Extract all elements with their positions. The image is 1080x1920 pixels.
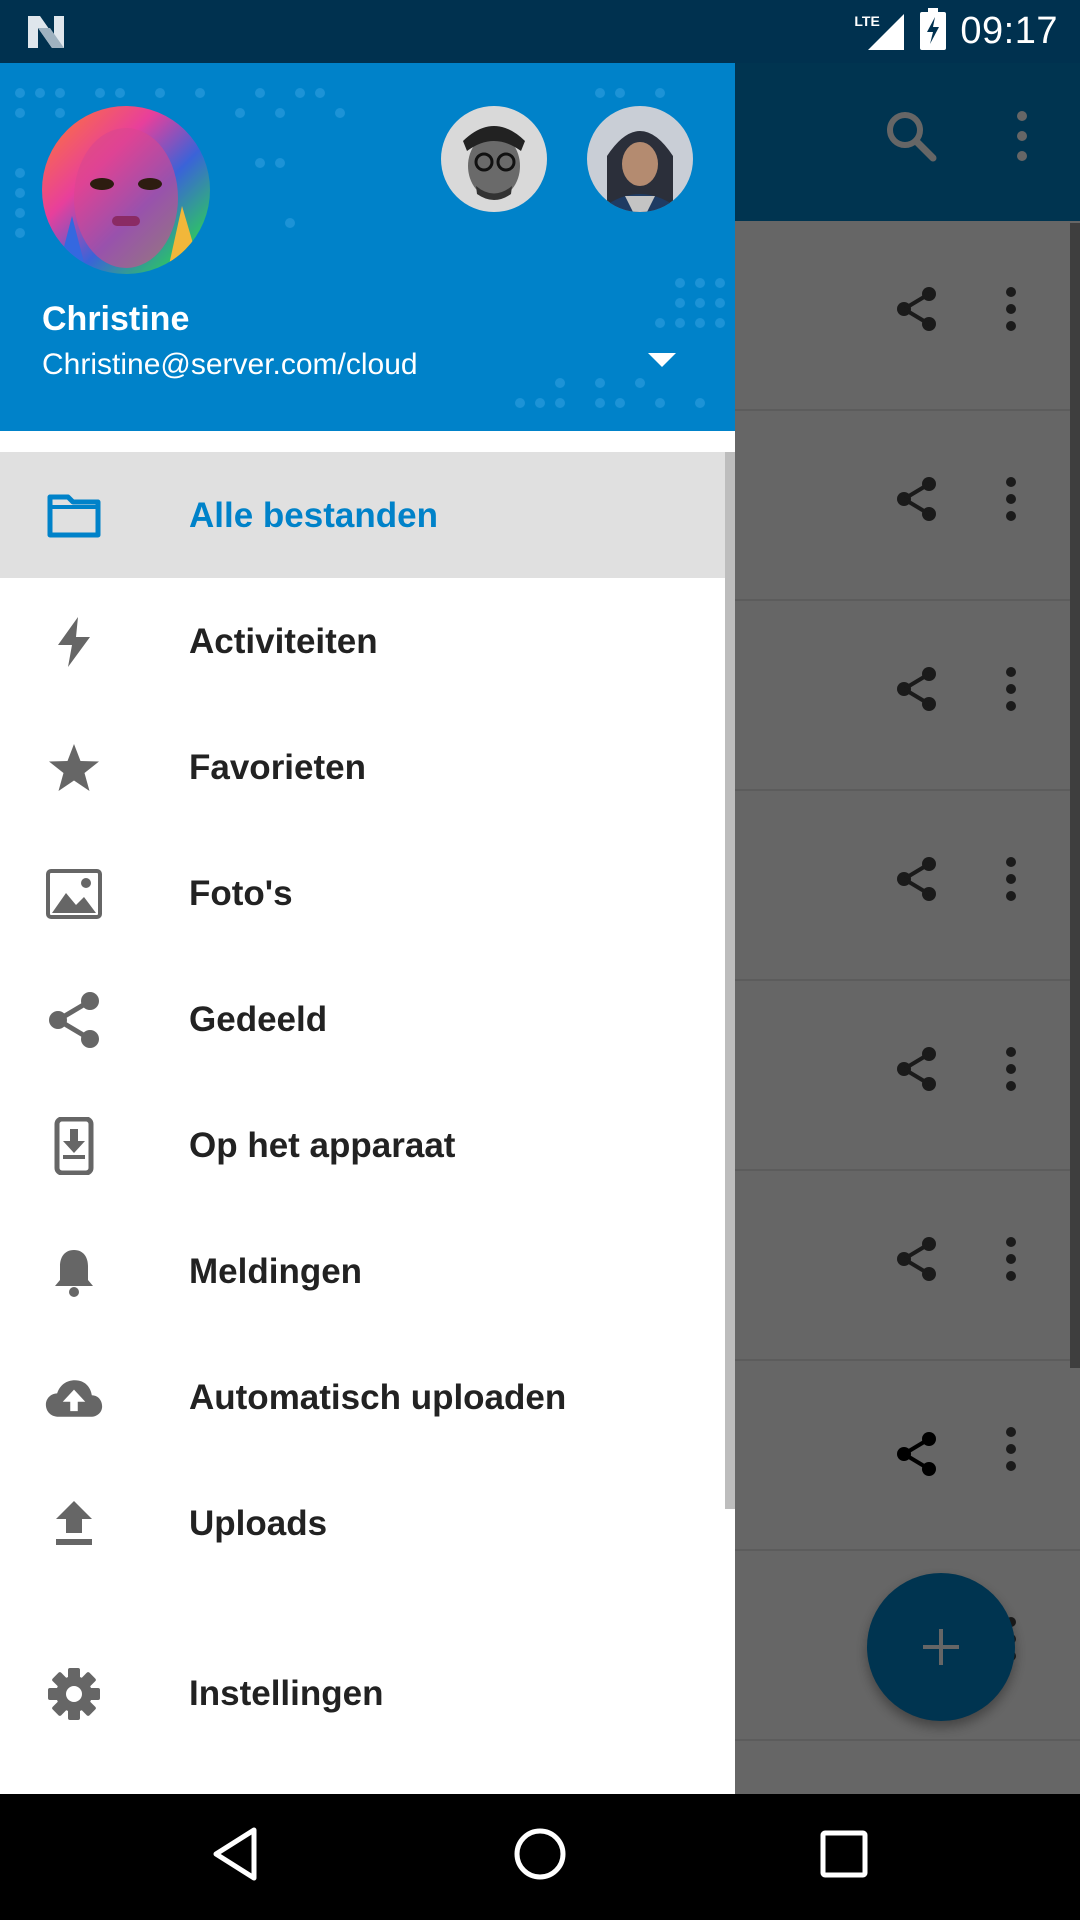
menu-item-label: Automatisch uploaden: [189, 1378, 567, 1417]
n-logo-icon: [26, 14, 66, 55]
upload-icon: [44, 1496, 104, 1552]
battery-charging-icon: [920, 8, 947, 55]
account-email: Christine@server.com/cloud: [42, 348, 418, 381]
menu-item-label: Activiteiten: [189, 622, 378, 661]
drawer-header: Christine Christine@server.com/cloud: [0, 63, 735, 431]
current-account-avatar[interactable]: [42, 106, 210, 274]
clock: 09:17: [960, 10, 1058, 52]
home-icon[interactable]: [511, 1824, 569, 1889]
menu-item-label: Uploads: [189, 1504, 328, 1543]
menu-item-activities[interactable]: Activiteiten: [0, 578, 735, 704]
menu-divider: [0, 1586, 735, 1630]
phone-download-icon: [44, 1117, 104, 1175]
shared-indicator-icon[interactable]: [895, 1431, 939, 1482]
recents-icon[interactable]: [818, 1824, 870, 1889]
bell-icon: [44, 1244, 104, 1300]
menu-item-label: Meldingen: [189, 1252, 363, 1291]
navigation-drawer: Christine Christine@server.com/cloud All…: [0, 63, 735, 1794]
status-bar: LTE 09:17: [0, 0, 1080, 63]
menu-item-photos[interactable]: Foto's: [0, 830, 735, 956]
system-navigation-bar: [0, 1794, 1080, 1920]
menu-item-favorites[interactable]: Favorieten: [0, 704, 735, 830]
chevron-down-icon[interactable]: [640, 343, 684, 373]
cloud-upload-icon: [44, 1370, 104, 1426]
account-avatar-3[interactable]: [587, 106, 693, 212]
menu-item-all-files[interactable]: Alle bestanden: [0, 452, 735, 578]
menu-item-label: Favorieten: [189, 748, 366, 787]
image-icon: [44, 866, 104, 922]
back-icon[interactable]: [210, 1824, 260, 1889]
menu-item-on-device[interactable]: Op het apparaat: [0, 1082, 735, 1208]
menu-item-label: Alle bestanden: [189, 496, 438, 535]
share-icon: [44, 992, 104, 1048]
menu-item-label: Gedeeld: [189, 1000, 328, 1039]
folder-icon: [44, 488, 104, 544]
menu-item-shared[interactable]: Gedeeld: [0, 956, 735, 1082]
menu-item-auto-upload[interactable]: Automatisch uploaden: [0, 1334, 735, 1460]
signal-icon: LTE: [854, 12, 906, 52]
flash-icon: [44, 614, 104, 670]
account-avatar-2[interactable]: [441, 106, 547, 212]
drawer-menu: Alle bestanden Activiteiten Favorieten F…: [0, 452, 735, 1756]
menu-item-uploads[interactable]: Uploads: [0, 1460, 735, 1586]
menu-item-settings[interactable]: Instellingen: [0, 1630, 735, 1756]
menu-item-label: Op het apparaat: [189, 1126, 456, 1165]
menu-item-label: Foto's: [189, 874, 293, 913]
menu-item-label: Instellingen: [189, 1674, 384, 1713]
gear-icon: [44, 1666, 104, 1722]
account-name: Christine: [42, 300, 190, 338]
star-icon: [44, 740, 104, 796]
drawer-scrollbar[interactable]: [725, 452, 735, 1509]
menu-item-notifications[interactable]: Meldingen: [0, 1208, 735, 1334]
